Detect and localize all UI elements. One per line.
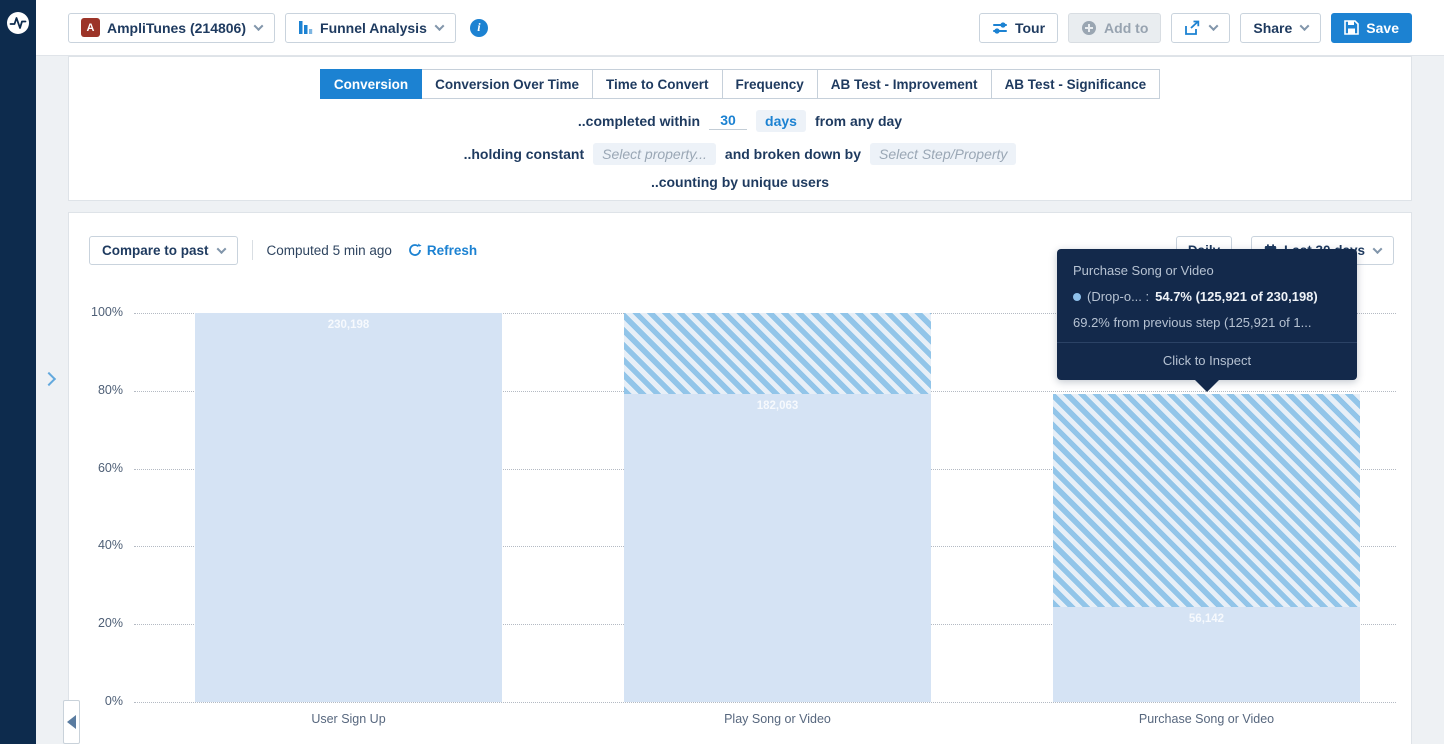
y-axis-tick-label: 20% [79, 616, 123, 630]
tooltip-step-title: Purchase Song or Video [1073, 263, 1341, 278]
series-dot-icon [1073, 293, 1081, 301]
divider [252, 240, 253, 260]
holding-constant-select[interactable]: Select property... [593, 143, 716, 165]
tour-sliders-icon [992, 21, 1008, 35]
breakdown-select[interactable]: Select Step/Property [870, 143, 1016, 165]
refresh-label: Refresh [427, 243, 477, 258]
tooltip-arrow [1194, 379, 1220, 392]
funnel-bar-dropoff[interactable] [624, 313, 931, 394]
project-label: AmpliTunes (214806) [107, 20, 246, 36]
broken-down-by-label: and broken down by [725, 146, 861, 162]
counting-by-row: ..counting by unique users [651, 174, 829, 190]
chart-tooltip[interactable]: Purchase Song or Video (Drop-o... : 54.7… [1057, 249, 1357, 380]
chart-type-label: Funnel Analysis [320, 20, 427, 36]
tab-conversion[interactable]: Conversion [320, 69, 422, 99]
project-badge: A [81, 18, 100, 37]
funnel-bar-converted[interactable] [195, 313, 502, 702]
add-to-button[interactable]: Add to [1068, 13, 1161, 43]
compare-to-past-dropdown[interactable]: Compare to past [89, 236, 238, 265]
view-tabs: ConversionConversion Over TimeTime to Co… [320, 69, 1160, 99]
tab-time-to-convert[interactable]: Time to Convert [592, 69, 723, 99]
funnel-definition-panel: ConversionConversion Over TimeTime to Co… [68, 56, 1412, 201]
top-toolbar: A AmpliTunes (214806) Funnel Analysis i … [36, 0, 1444, 56]
tooltip-series-label: (Drop-o... : [1087, 289, 1149, 304]
y-axis-tick-label: 100% [79, 305, 123, 319]
tooltip-value: 54.7% (125,921 of 230,198) [1155, 289, 1318, 304]
tour-label: Tour [1015, 20, 1045, 36]
share-button[interactable]: Share [1240, 13, 1321, 43]
tooltip-click-to-inspect[interactable]: Click to Inspect [1057, 342, 1357, 380]
completed-within-row: ..completed within 30 days from any day [578, 110, 902, 132]
funnel-chart-icon [298, 20, 313, 35]
x-axis-category-label: Play Song or Video [624, 712, 931, 726]
save-floppy-icon [1344, 20, 1359, 35]
y-axis-tick-label: 80% [79, 383, 123, 397]
refresh-link[interactable]: Refresh [408, 243, 477, 258]
add-to-label: Add to [1104, 20, 1148, 36]
chevron-down-icon [1373, 244, 1383, 254]
x-axis-category-label: Purchase Song or Video [1053, 712, 1360, 726]
completed-within-label: ..completed within [578, 113, 700, 129]
funnel-bar-dropoff[interactable] [1053, 394, 1360, 607]
tab-ab-test-improvement[interactable]: AB Test - Improvement [817, 69, 992, 99]
tooltip-previous-step-line: 69.2% from previous step (125,921 of 1..… [1073, 315, 1341, 330]
expand-sidebar-chevron-icon[interactable] [42, 372, 56, 386]
app-root: A AmpliTunes (214806) Funnel Analysis i … [0, 0, 1444, 744]
chevron-down-icon [1300, 21, 1310, 31]
chart-panel: Compare to past Computed 5 min ago Refre… [68, 212, 1412, 744]
export-button[interactable] [1171, 13, 1230, 43]
export-icon [1184, 20, 1201, 36]
conversion-window-input[interactable]: 30 [709, 112, 747, 130]
tour-button[interactable]: Tour [979, 13, 1058, 43]
from-any-day-label: from any day [815, 113, 902, 129]
conversion-window-unit-select[interactable]: days [756, 110, 806, 132]
project-selector[interactable]: A AmpliTunes (214806) [68, 13, 275, 43]
gridline [134, 702, 1396, 703]
x-axis-category-label: User Sign Up [195, 712, 502, 726]
funnel-bar-converted[interactable] [1053, 607, 1360, 702]
left-triangle-icon [67, 715, 76, 729]
chart-type-selector[interactable]: Funnel Analysis [285, 13, 456, 43]
chevron-down-icon [434, 21, 444, 31]
counting-by-label[interactable]: ..counting by unique users [651, 174, 829, 190]
refresh-icon [408, 243, 422, 257]
y-axis-tick-label: 40% [79, 538, 123, 552]
compare-to-past-label: Compare to past [102, 243, 209, 258]
info-icon[interactable]: i [470, 19, 488, 37]
save-label: Save [1366, 20, 1399, 36]
share-label: Share [1253, 20, 1292, 36]
tab-conversion-over-time[interactable]: Conversion Over Time [421, 69, 593, 99]
chevron-down-icon [254, 21, 264, 31]
plus-circle-icon [1081, 20, 1097, 36]
chevron-down-icon [1209, 21, 1219, 31]
tooltip-body: Purchase Song or Video (Drop-o... : 54.7… [1057, 249, 1357, 342]
y-axis-tick-label: 60% [79, 461, 123, 475]
scroll-left-button[interactable] [63, 700, 80, 744]
computed-status-text: Computed 5 min ago [267, 243, 392, 258]
y-axis-tick-label: 0% [79, 694, 123, 708]
save-button[interactable]: Save [1331, 13, 1412, 43]
tab-frequency[interactable]: Frequency [722, 69, 818, 99]
tooltip-dropoff-line: (Drop-o... : 54.7% (125,921 of 230,198) [1073, 289, 1341, 304]
amplitude-logo-icon[interactable] [7, 12, 29, 34]
holding-constant-row: ..holding constant Select property... an… [464, 143, 1017, 165]
tab-ab-test-significance[interactable]: AB Test - Significance [991, 69, 1161, 99]
left-nav-rail [0, 0, 36, 744]
holding-constant-label: ..holding constant [464, 146, 585, 162]
chevron-down-icon [216, 244, 226, 254]
funnel-bar-converted[interactable] [624, 394, 931, 702]
